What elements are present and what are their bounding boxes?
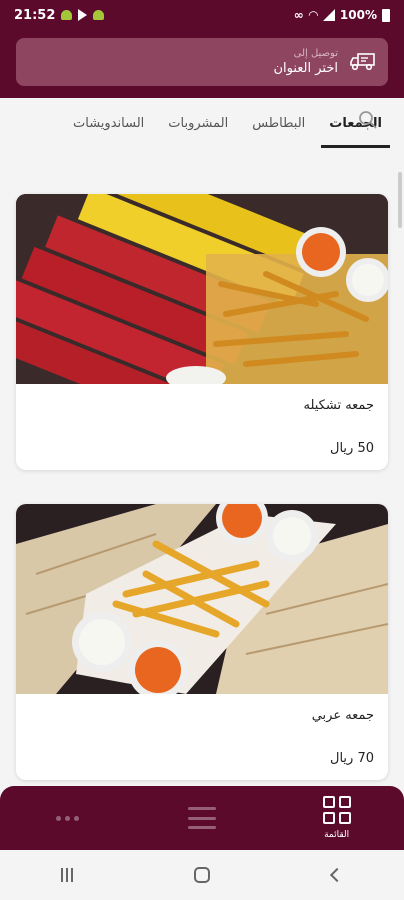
search-button[interactable] xyxy=(354,106,382,134)
category-tabs: الجمعات البطاطس المشروبات الساندويشات xyxy=(0,98,404,148)
back-icon xyxy=(329,867,344,883)
tab-sandwiches[interactable]: الساندويشات xyxy=(61,98,156,148)
play-icon xyxy=(78,9,88,21)
product-image xyxy=(16,504,388,694)
system-navigation-bar xyxy=(0,850,404,900)
nav-more[interactable] xyxy=(27,815,107,821)
status-time: 21:52 xyxy=(14,7,56,23)
product-image xyxy=(16,194,388,384)
bottom-navigation: القائمة xyxy=(0,786,404,850)
scrollbar-thumb[interactable] xyxy=(398,172,402,228)
nav-menu[interactable]: القائمة xyxy=(297,796,377,840)
home-button[interactable] xyxy=(182,855,222,895)
product-title: جمعه عربي xyxy=(311,708,374,723)
product-price: 50 ريال xyxy=(330,441,374,456)
tab-drinks[interactable]: المشروبات xyxy=(156,98,240,148)
app-header: توصيل إلى اختر العنوان xyxy=(0,30,404,98)
address-value: اختر العنوان xyxy=(273,61,338,76)
signal-icon xyxy=(322,9,335,21)
product-info: جمعه عربي 70 ريال xyxy=(16,694,388,780)
address-text: توصيل إلى اختر العنوان xyxy=(273,48,338,76)
battery-text: 100% xyxy=(339,8,377,22)
product-card[interactable]: جمعه عربي 70 ريال xyxy=(16,504,388,780)
grid-icon xyxy=(322,796,351,824)
search-icon xyxy=(359,111,377,129)
tab-fries[interactable]: البطاطس xyxy=(240,98,317,148)
nav-orders[interactable] xyxy=(162,807,242,829)
home-icon xyxy=(193,867,210,883)
status-left: 21:52 xyxy=(14,7,105,23)
address-label: توصيل إلى xyxy=(293,48,338,59)
status-bar: 21:52 ∞ ◠ 100% xyxy=(0,0,404,30)
nav-menu-label: القائمة xyxy=(324,830,350,840)
android-icon xyxy=(93,10,105,20)
recents-icon xyxy=(61,868,74,882)
list-icon xyxy=(187,807,216,829)
delivery-truck-icon xyxy=(350,53,375,71)
wifi-icon: ◠ xyxy=(308,8,318,22)
android-icon xyxy=(61,10,73,20)
product-card[interactable]: جمعه تشكيله 50 ريال xyxy=(16,194,388,470)
more-dots-icon xyxy=(55,815,79,821)
product-title: جمعه تشكيله xyxy=(303,398,374,413)
product-price: 70 ريال xyxy=(330,751,374,766)
link-icon: ∞ xyxy=(293,8,304,22)
product-info: جمعه تشكيله 50 ريال xyxy=(16,384,388,470)
recents-button[interactable] xyxy=(47,855,87,895)
back-button[interactable] xyxy=(317,855,357,895)
address-selector[interactable]: توصيل إلى اختر العنوان xyxy=(16,38,388,86)
battery-icon xyxy=(382,8,390,22)
status-right: ∞ ◠ 100% xyxy=(294,8,390,22)
